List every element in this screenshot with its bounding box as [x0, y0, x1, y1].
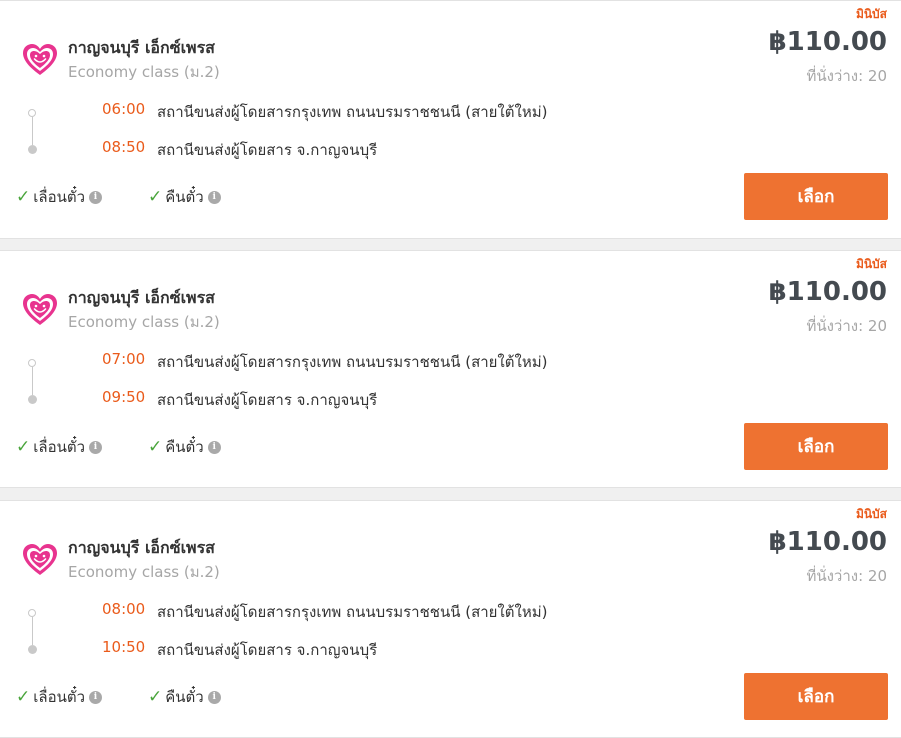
departure-stop: สถานีขนส่งผู้โดยสารกรุงเทพ ถนนบรมราชชนนี… — [157, 353, 548, 371]
refund-label: คืนตั๋ว — [165, 188, 204, 206]
operator-name: กาญจนบุรี เอ็กซ์เพรส — [68, 538, 215, 557]
refund-option: ✓ คืนตั๋ว i — [148, 685, 221, 709]
seats-available: ที่นั่งว่าง: 20 — [806, 567, 887, 585]
info-icon[interactable]: i — [207, 440, 221, 454]
departure-dot — [28, 359, 36, 367]
arrival-time: 10:50 — [102, 638, 146, 656]
seats-available: ที่นั่งว่าง: 20 — [806, 317, 887, 335]
bus-type-badge: มินิบัส — [855, 7, 887, 21]
departure-stop: สถานีขนส่งผู้โดยสารกรุงเทพ ถนนบรมราชชนนี… — [157, 603, 548, 621]
departure-time: 07:00 — [102, 350, 146, 368]
heart-smile-logo-icon — [23, 44, 57, 75]
reschedule-option: ✓ เลื่อนตั๋ว i — [16, 185, 102, 209]
arrival-dot — [28, 145, 37, 154]
price: ฿110.00 — [768, 527, 887, 557]
arrival-stop: สถานีขนส่งผู้โดยสาร จ.กาญจนบุรี — [157, 141, 378, 159]
price: ฿110.00 — [768, 27, 887, 57]
info-icon[interactable]: i — [89, 190, 102, 204]
refund-label: คืนตั๋ว — [165, 438, 204, 456]
reschedule-label: เลื่อนตั๋ว — [33, 188, 85, 206]
info-icon[interactable]: i — [207, 190, 221, 204]
arrival-stop: สถานีขนส่งผู้โดยสาร จ.กาญจนบุรี — [157, 641, 378, 659]
route-line — [32, 617, 33, 645]
operator-name: กาญจนบุรี เอ็กซ์เพรส — [68, 288, 215, 307]
check-icon: ✓ — [16, 187, 31, 207]
heart-smile-logo-icon — [23, 544, 57, 575]
refund-option: ✓ คืนตั๋ว i — [148, 435, 221, 459]
reschedule-option: ✓ เลื่อนตั๋ว i — [16, 435, 102, 459]
check-icon: ✓ — [16, 437, 31, 457]
bus-type-badge: มินิบัส — [855, 507, 887, 521]
select-button[interactable]: เลือก — [744, 173, 888, 220]
route-line — [32, 117, 33, 145]
trip-list: มินิบัส กาญจนบุรี เอ็กซ์เพรส Economy cla… — [0, 0, 901, 738]
check-icon: ✓ — [16, 687, 31, 707]
arrival-time: 09:50 — [102, 388, 146, 406]
departure-time: 08:00 — [102, 600, 146, 618]
heart-smile-logo-icon — [23, 294, 57, 325]
arrival-dot — [28, 645, 37, 654]
check-icon: ✓ — [148, 687, 163, 707]
select-button[interactable]: เลือก — [744, 673, 888, 720]
route-line — [32, 367, 33, 395]
reschedule-label: เลื่อนตั๋ว — [33, 438, 85, 456]
trip-card: มินิบัส กาญจนบุรี เอ็กซ์เพรส Economy cla… — [0, 0, 901, 239]
seat-class: Economy class (ม.2) — [68, 63, 220, 81]
select-button[interactable]: เลือก — [744, 423, 888, 470]
operator-name: กาญจนบุรี เอ็กซ์เพรส — [68, 38, 215, 57]
seat-class: Economy class (ม.2) — [68, 563, 220, 581]
info-icon[interactable]: i — [207, 690, 221, 704]
check-icon: ✓ — [148, 437, 163, 457]
seats-available: ที่นั่งว่าง: 20 — [806, 67, 887, 85]
bus-type-badge: มินิบัส — [855, 257, 887, 271]
check-icon: ✓ — [148, 187, 163, 207]
arrival-time: 08:50 — [102, 138, 146, 156]
reschedule-option: ✓ เลื่อนตั๋ว i — [16, 685, 102, 709]
arrival-stop: สถานีขนส่งผู้โดยสาร จ.กาญจนบุรี — [157, 391, 378, 409]
price: ฿110.00 — [768, 277, 887, 307]
arrival-dot — [28, 395, 37, 404]
departure-dot — [28, 609, 36, 617]
info-icon[interactable]: i — [89, 440, 102, 454]
trip-card: มินิบัส กาญจนบุรี เอ็กซ์เพรส Economy cla… — [0, 500, 901, 738]
seat-class: Economy class (ม.2) — [68, 313, 220, 331]
reschedule-label: เลื่อนตั๋ว — [33, 688, 85, 706]
departure-stop: สถานีขนส่งผู้โดยสารกรุงเทพ ถนนบรมราชชนนี… — [157, 103, 548, 121]
departure-dot — [28, 109, 36, 117]
info-icon[interactable]: i — [89, 690, 102, 704]
trip-card: มินิบัส กาญจนบุรี เอ็กซ์เพรส Economy cla… — [0, 250, 901, 488]
refund-option: ✓ คืนตั๋ว i — [148, 185, 221, 209]
departure-time: 06:00 — [102, 100, 146, 118]
refund-label: คืนตั๋ว — [165, 688, 204, 706]
